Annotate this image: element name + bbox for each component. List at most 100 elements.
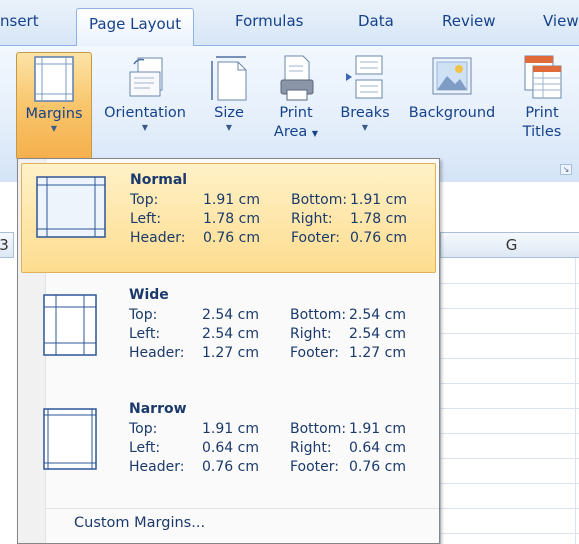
print-area-label-2-text: Area bbox=[273, 124, 308, 140]
top-value: 1.91 cm bbox=[203, 192, 260, 208]
background-icon bbox=[432, 57, 472, 95]
preset-name: Normal bbox=[130, 172, 188, 188]
footer-label: Footer: bbox=[290, 345, 340, 361]
margin-preset-narrow[interactable]: Narrow Top: 1.91 cm Bottom: 1.91 cm Left… bbox=[21, 393, 436, 503]
size-icon bbox=[211, 56, 247, 101]
bottom-value: 2.54 cm bbox=[349, 307, 406, 323]
column-gridline bbox=[440, 258, 441, 544]
size-button[interactable]: Size ▼ bbox=[204, 52, 254, 160]
breaks-button[interactable]: Breaks ▼ bbox=[334, 52, 396, 160]
row-gridline bbox=[440, 358, 579, 359]
ribbon-tab-strip: nsert Page Layout Formulas Data Review V… bbox=[0, 0, 579, 47]
right-label: Right: bbox=[290, 326, 332, 342]
row-gridline bbox=[440, 333, 579, 334]
chevron-down-icon: ▼ bbox=[225, 123, 233, 132]
left-label: Left: bbox=[130, 211, 162, 227]
orientation-button[interactable]: Orientation ▼ bbox=[94, 52, 196, 160]
row-gridline bbox=[440, 433, 579, 434]
row-gridline bbox=[440, 458, 579, 459]
print-titles-label-1: Print bbox=[525, 105, 559, 121]
chevron-down-icon: ▼ bbox=[361, 123, 369, 132]
orientation-label: Orientation bbox=[104, 105, 186, 121]
left-value: 2.54 cm bbox=[202, 326, 259, 342]
top-value: 2.54 cm bbox=[202, 307, 259, 323]
margin-preset-normal[interactable]: Normal Top: 1.91 cm Bottom: 1.91 cm Left… bbox=[21, 163, 436, 273]
margins-label: Margins bbox=[25, 106, 83, 122]
print-area-label-1: Print bbox=[279, 105, 313, 121]
print-area-icon bbox=[280, 55, 314, 101]
wide-margins-icon bbox=[43, 294, 97, 356]
right-value: 0.64 cm bbox=[349, 440, 406, 456]
tab-review[interactable]: Review bbox=[442, 12, 496, 30]
print-area-label-2: Area ▼ bbox=[264, 123, 328, 143]
background-button[interactable]: Background bbox=[399, 52, 505, 160]
header-label: Header: bbox=[129, 459, 185, 475]
chevron-down-icon: ▼ bbox=[311, 129, 319, 138]
footer-value: 1.27 cm bbox=[349, 345, 406, 361]
custom-margins-item[interactable]: Custom Margins... bbox=[74, 515, 205, 531]
header-value: 1.27 cm bbox=[202, 345, 259, 361]
row-gridline bbox=[440, 533, 579, 534]
right-value: 1.78 cm bbox=[350, 211, 407, 227]
column-gridline bbox=[575, 258, 576, 544]
tab-formulas[interactable]: Formulas bbox=[235, 12, 303, 30]
bottom-value: 1.91 cm bbox=[349, 421, 406, 437]
print-titles-label-2: Titles bbox=[522, 124, 562, 140]
bottom-label: Bottom: bbox=[291, 192, 348, 208]
size-label: Size bbox=[214, 105, 244, 121]
footer-value: 0.76 cm bbox=[349, 459, 406, 475]
left-value: 0.64 cm bbox=[202, 440, 259, 456]
right-label: Right: bbox=[290, 440, 332, 456]
tab-view[interactable]: View bbox=[543, 12, 579, 30]
right-value: 2.54 cm bbox=[349, 326, 406, 342]
right-label: Right: bbox=[291, 211, 333, 227]
chevron-down-icon: ▼ bbox=[50, 124, 58, 133]
preset-name: Wide bbox=[129, 287, 169, 303]
top-value: 1.91 cm bbox=[202, 421, 259, 437]
top-label: Top: bbox=[130, 192, 159, 208]
left-value: 1.78 cm bbox=[203, 211, 260, 227]
column-header-g[interactable]: G bbox=[440, 232, 579, 258]
column-header[interactable]: 3 bbox=[0, 232, 14, 258]
row-gridline bbox=[440, 408, 579, 409]
preset-name: Narrow bbox=[129, 401, 187, 417]
normal-margins-icon bbox=[36, 176, 106, 238]
tab-data[interactable]: Data bbox=[358, 12, 394, 30]
top-label: Top: bbox=[129, 307, 158, 323]
bottom-label: Bottom: bbox=[290, 421, 347, 437]
margins-icon bbox=[34, 56, 74, 102]
header-label: Header: bbox=[130, 230, 186, 246]
tab-page-layout[interactable]: Page Layout bbox=[76, 8, 195, 47]
breaks-icon bbox=[346, 55, 383, 99]
print-area-button[interactable]: Print Area ▼ bbox=[264, 52, 328, 160]
margins-dropdown-menu: Normal Top: 1.91 cm Bottom: 1.91 cm Left… bbox=[17, 158, 440, 544]
left-label: Left: bbox=[129, 326, 161, 342]
narrow-margins-icon bbox=[43, 408, 97, 470]
row-gridline bbox=[440, 383, 579, 384]
menu-separator bbox=[46, 508, 439, 509]
print-titles-icon bbox=[524, 55, 562, 99]
footer-label: Footer: bbox=[290, 459, 340, 475]
row-gridline bbox=[440, 283, 579, 284]
breaks-label: Breaks bbox=[340, 105, 390, 121]
margin-preset-wide[interactable]: Wide Top: 2.54 cm Bottom: 2.54 cm Left: … bbox=[21, 279, 436, 389]
top-label: Top: bbox=[129, 421, 158, 437]
row-gridline bbox=[440, 308, 579, 309]
footer-value: 0.76 cm bbox=[350, 230, 407, 246]
dialog-launcher-icon[interactable]: ↘ bbox=[560, 164, 572, 175]
header-value: 0.76 cm bbox=[203, 230, 260, 246]
left-label: Left: bbox=[129, 440, 161, 456]
orientation-icon bbox=[129, 57, 163, 97]
row-gridline bbox=[440, 508, 579, 509]
tab-insert[interactable]: nsert bbox=[0, 12, 39, 30]
footer-label: Footer: bbox=[291, 230, 341, 246]
row-gridline bbox=[440, 483, 579, 484]
bottom-value: 1.91 cm bbox=[350, 192, 407, 208]
bottom-label: Bottom: bbox=[290, 307, 347, 323]
print-titles-button[interactable]: Print Titles bbox=[512, 52, 572, 160]
background-label: Background bbox=[408, 105, 496, 121]
header-value: 0.76 cm bbox=[202, 459, 259, 475]
margins-button[interactable]: Margins ▼ bbox=[16, 52, 92, 160]
chevron-down-icon: ▼ bbox=[141, 123, 149, 132]
header-label: Header: bbox=[129, 345, 185, 361]
